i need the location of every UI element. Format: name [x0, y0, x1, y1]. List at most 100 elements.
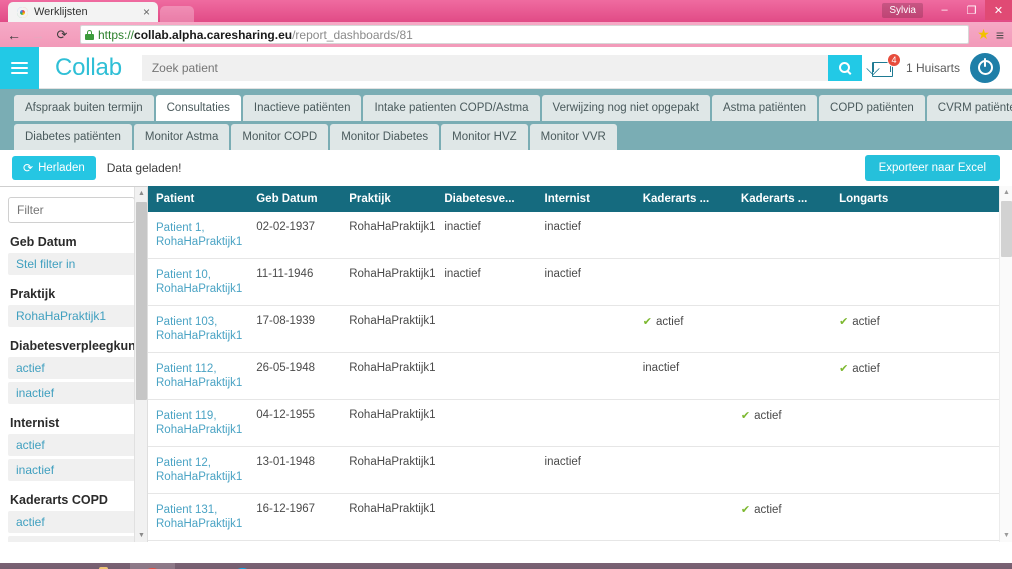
- tab-intake-patienten-copd-astma[interactable]: Intake patienten COPD/Astma: [363, 95, 540, 121]
- start-button[interactable]: [0, 563, 40, 569]
- table-scrollbar-thumb[interactable]: [1001, 201, 1012, 257]
- back-icon[interactable]: ←: [4, 25, 24, 45]
- window-user-label[interactable]: Sylvia: [882, 2, 923, 18]
- taskbar-word[interactable]: W: [310, 563, 355, 569]
- sidebar-scrollbar[interactable]: ▲ ▼: [134, 187, 147, 542]
- facet-option-internist-inactief[interactable]: inactief: [8, 459, 135, 481]
- search-input[interactable]: [141, 54, 828, 81]
- browser-tab-title: Werklijsten: [34, 6, 88, 18]
- new-tab-button[interactable]: [160, 6, 194, 22]
- bookmark-star-icon[interactable]: ★: [977, 26, 990, 43]
- tab-monitor-diabetes[interactable]: Monitor Diabetes: [330, 124, 440, 150]
- tab-monitor-hvz[interactable]: Monitor HVZ: [441, 124, 528, 150]
- export-to-excel-button[interactable]: Exporteer naar Excel: [864, 155, 1000, 181]
- facet-option-stel-filter-in[interactable]: Stel filter in: [8, 253, 135, 275]
- patient-link[interactable]: Patient 131,: [156, 503, 248, 517]
- app-logo[interactable]: Collab: [39, 54, 142, 82]
- tab-inactieve-patienten[interactable]: Inactieve patiënten: [242, 95, 362, 121]
- filter-input[interactable]: [8, 197, 135, 223]
- patient-link-practice[interactable]: RohaHaPraktijk1: [156, 282, 248, 296]
- tab-copd-patienten[interactable]: COPD patiënten: [819, 95, 925, 121]
- patient-link-practice[interactable]: RohaHaPraktijk1: [156, 376, 248, 390]
- facet-option-internist-actief[interactable]: actief: [8, 434, 135, 456]
- patient-link[interactable]: Patient 1,: [156, 221, 248, 235]
- column-header-patient[interactable]: Patient: [148, 186, 249, 212]
- scroll-down-icon[interactable]: ▼: [135, 529, 147, 542]
- facet-option-kaderarts-copd-inactief[interactable]: inactief: [8, 536, 135, 542]
- tab-astma-patienten[interactable]: Astma patiënten: [711, 95, 818, 121]
- table-row[interactable]: Patient 10, RohaHaPraktijk1 11-11-1946 Roha…: [148, 258, 1012, 306]
- column-header-praktijk[interactable]: Praktijk: [341, 186, 437, 212]
- table-row[interactable]: Patient 119, RohaHaPraktijk1 04-12-1955 Roh…: [148, 399, 1012, 447]
- patient-link-practice[interactable]: RohaHaPraktijk1: [156, 235, 248, 249]
- patient-link-practice[interactable]: RohaHaPraktijk1: [156, 470, 248, 484]
- column-header-internist[interactable]: Internist: [536, 186, 635, 212]
- column-header-diabetesverpleegkundige[interactable]: Diabetesve...: [436, 186, 537, 212]
- taskbar-app-w[interactable]: w: [175, 563, 220, 569]
- patient-link[interactable]: Patient 103,: [156, 315, 248, 329]
- table-row[interactable]: Patient 12, RohaHaPraktijk1 13-01-1948 Roha…: [148, 446, 1012, 494]
- tab-verwijzing-nog-niet-opgepakt[interactable]: Verwijzing nog niet opgepakt: [541, 95, 710, 121]
- close-icon[interactable]: ×: [143, 6, 150, 18]
- table-row[interactable]: Patient 131, RohaHaPraktijk1 16-12-1967 Roh…: [148, 493, 1012, 541]
- tab-diabetes-patienten[interactable]: Diabetes patiënten: [14, 124, 132, 150]
- maximize-button[interactable]: ❐: [958, 0, 985, 20]
- table-scroll-down-icon[interactable]: ▼: [1000, 529, 1012, 542]
- cell-longarts: [831, 540, 1012, 542]
- logout-power-icon[interactable]: [970, 52, 1000, 83]
- facet-option-diabetes-inactief[interactable]: inactief: [8, 382, 135, 404]
- patient-link[interactable]: Patient 10,: [156, 268, 248, 282]
- close-window-button[interactable]: ✕: [985, 0, 1012, 20]
- taskbar-internet-explorer[interactable]: e: [40, 563, 85, 569]
- tab-monitor-astma[interactable]: Monitor Astma: [133, 124, 230, 150]
- table-scroll-up-icon[interactable]: ▲: [1000, 186, 1012, 199]
- tab-consultaties[interactable]: Consultaties: [155, 95, 241, 121]
- cell-internist: [536, 540, 635, 542]
- table-scrollbar[interactable]: ▲ ▼: [999, 186, 1012, 542]
- tab-cvrm-patienten[interactable]: CVRM patiënten: [926, 95, 1012, 121]
- patient-link[interactable]: Patient 119,: [156, 409, 248, 423]
- tab-afspraak-buiten-termijn[interactable]: Afspraak buiten termijn: [14, 95, 154, 121]
- patient-link-practice[interactable]: RohaHaPraktijk1: [156, 423, 248, 437]
- cell-kaderarts-hvz: [732, 258, 832, 306]
- facet-title-internist: Internist: [10, 416, 60, 430]
- patient-link-practice[interactable]: RohaHaPraktijk1: [156, 329, 248, 343]
- cell-patient: Patient 112, RohaHaPraktijk1: [148, 352, 249, 400]
- column-header-kaderarts-copd[interactable]: Kaderarts ...: [634, 186, 733, 212]
- facet-title-diabetesverpleegkundige: Diabetesverpleegkundige: [10, 339, 148, 353]
- facet-option-kaderarts-copd-actief[interactable]: actief: [8, 511, 135, 533]
- sidebar-scrollbar-thumb[interactable]: [136, 202, 147, 400]
- browser-tab-werklijsten[interactable]: Werklijsten ×: [8, 2, 158, 22]
- tab-monitor-vvr[interactable]: Monitor VVR: [529, 124, 617, 150]
- taskbar-google-chrome[interactable]: [130, 563, 175, 569]
- facet-title-kaderarts-copd: Kaderarts COPD: [10, 493, 108, 507]
- taskbar-skype[interactable]: S: [220, 563, 265, 569]
- patient-link[interactable]: Patient 12,: [156, 456, 248, 470]
- minimize-button[interactable]: –: [931, 0, 958, 20]
- table-row[interactable]: Patient 1, RohaHaPraktijk1 02-02-1937 RohaH…: [148, 212, 1012, 259]
- taskbar-file-explorer[interactable]: [85, 563, 130, 569]
- column-header-kaderarts-hvz[interactable]: Kaderarts ...: [732, 186, 832, 212]
- cell-longarts: [831, 446, 1012, 494]
- table-row[interactable]: Patient 103, RohaHaPraktijk1 17-08-1939 Roh…: [148, 305, 1012, 353]
- windows-taskbar: e w S O W ▲ ▤ ▯ ▄ 🔊 16:22 20-11-2015: [0, 563, 1012, 569]
- table-row[interactable]: Patient 14,RohaHaPraktijk115-03-1950Roha…: [148, 540, 1012, 542]
- column-header-longarts[interactable]: Longarts: [831, 186, 1012, 212]
- browser-menu-icon[interactable]: ≡: [994, 27, 1006, 43]
- table-row[interactable]: Patient 112, RohaHaPraktijk1 26-05-1948 Roh…: [148, 352, 1012, 400]
- facet-option-diabetes-actief[interactable]: actief: [8, 357, 135, 379]
- mail-icon[interactable]: 4: [871, 52, 901, 78]
- search-button[interactable]: [827, 54, 862, 81]
- tab-monitor-copd[interactable]: Monitor COPD: [231, 124, 329, 150]
- facet-option-rohahapraktijk1[interactable]: RohaHaPraktijk1: [8, 305, 135, 327]
- column-header-geb-datum[interactable]: Geb Datum: [248, 186, 342, 212]
- taskbar-outlook[interactable]: O: [265, 563, 310, 569]
- patient-link[interactable]: Patient 112,: [156, 362, 248, 376]
- menu-toggle-button[interactable]: [0, 47, 39, 89]
- cell-geb-datum: 15-03-1950: [248, 540, 342, 542]
- patient-link-practice[interactable]: RohaHaPraktijk1: [156, 517, 248, 531]
- reload-icon[interactable]: ⟳: [52, 25, 72, 45]
- scroll-up-icon[interactable]: ▲: [135, 187, 147, 200]
- reload-data-button[interactable]: ⟳ Herladen: [12, 156, 96, 180]
- address-bar[interactable]: https://collab.alpha.caresharing.eu/repo…: [80, 25, 970, 44]
